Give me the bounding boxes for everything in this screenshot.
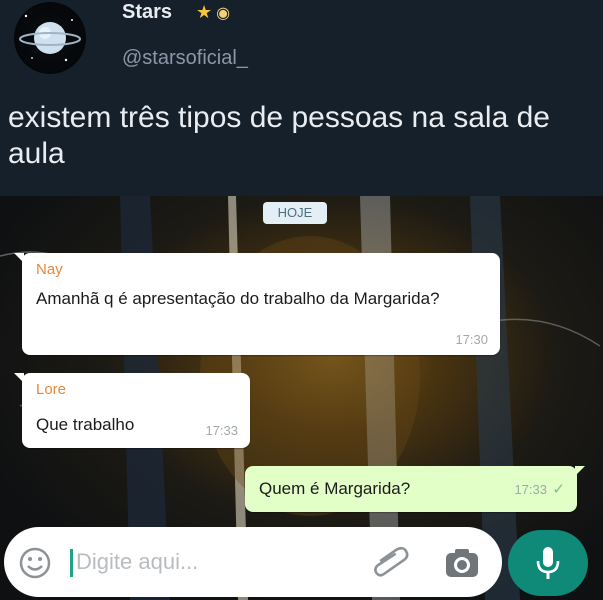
avatar[interactable] <box>14 2 86 74</box>
user-handle[interactable]: @starsoficial_ <box>122 47 248 70</box>
check-icon: ✓ <box>552 481 565 498</box>
message-input[interactable] <box>76 545 336 579</box>
camera-icon[interactable] <box>444 547 480 579</box>
message-bubble-incoming[interactable]: Lore Que trabalho 17:33 <box>14 373 250 448</box>
emoji-icon[interactable] <box>18 546 52 580</box>
name-emojis: ★ ◉ <box>196 2 230 23</box>
message-bubble-outgoing[interactable]: Quem é Margarida? 17:33 ✓ <box>245 466 585 512</box>
message-input-bar <box>4 527 502 597</box>
message-sender: Lore <box>36 381 67 398</box>
eye-emoji-icon: ◉ <box>216 5 231 22</box>
message-time: 17:33 <box>205 423 238 438</box>
star-emoji-icon: ★ <box>196 2 213 22</box>
text-cursor <box>70 549 73 577</box>
paperclip-icon[interactable] <box>372 545 410 581</box>
message-text: Que trabalho <box>36 415 135 434</box>
message-text: Quem é Margarida? <box>259 479 411 498</box>
message-text: Amanhã q é apresentação do trabalho da M… <box>36 289 440 308</box>
display-name[interactable]: Stars <box>122 1 172 24</box>
microphone-button[interactable] <box>508 530 588 596</box>
tweet-text: existem três tipos de pessoas na sala de… <box>8 101 550 170</box>
message-time: 17:30 <box>455 332 488 347</box>
message-time: 17:33 <box>514 482 547 497</box>
chat-screenshot: HOJE Nay Amanhã q é apresentação do trab… <box>0 196 603 600</box>
microphone-icon <box>536 547 560 579</box>
planet-avatar-icon <box>19 14 81 62</box>
tweet-header: Stars ★ ◉ @starsoficial_ existem três tip… <box>0 0 603 196</box>
message-sender: Nay <box>36 261 63 278</box>
message-bubble-incoming[interactable]: Nay Amanhã q é apresentação do trabalho … <box>14 253 500 355</box>
date-chip: HOJE <box>263 202 327 224</box>
